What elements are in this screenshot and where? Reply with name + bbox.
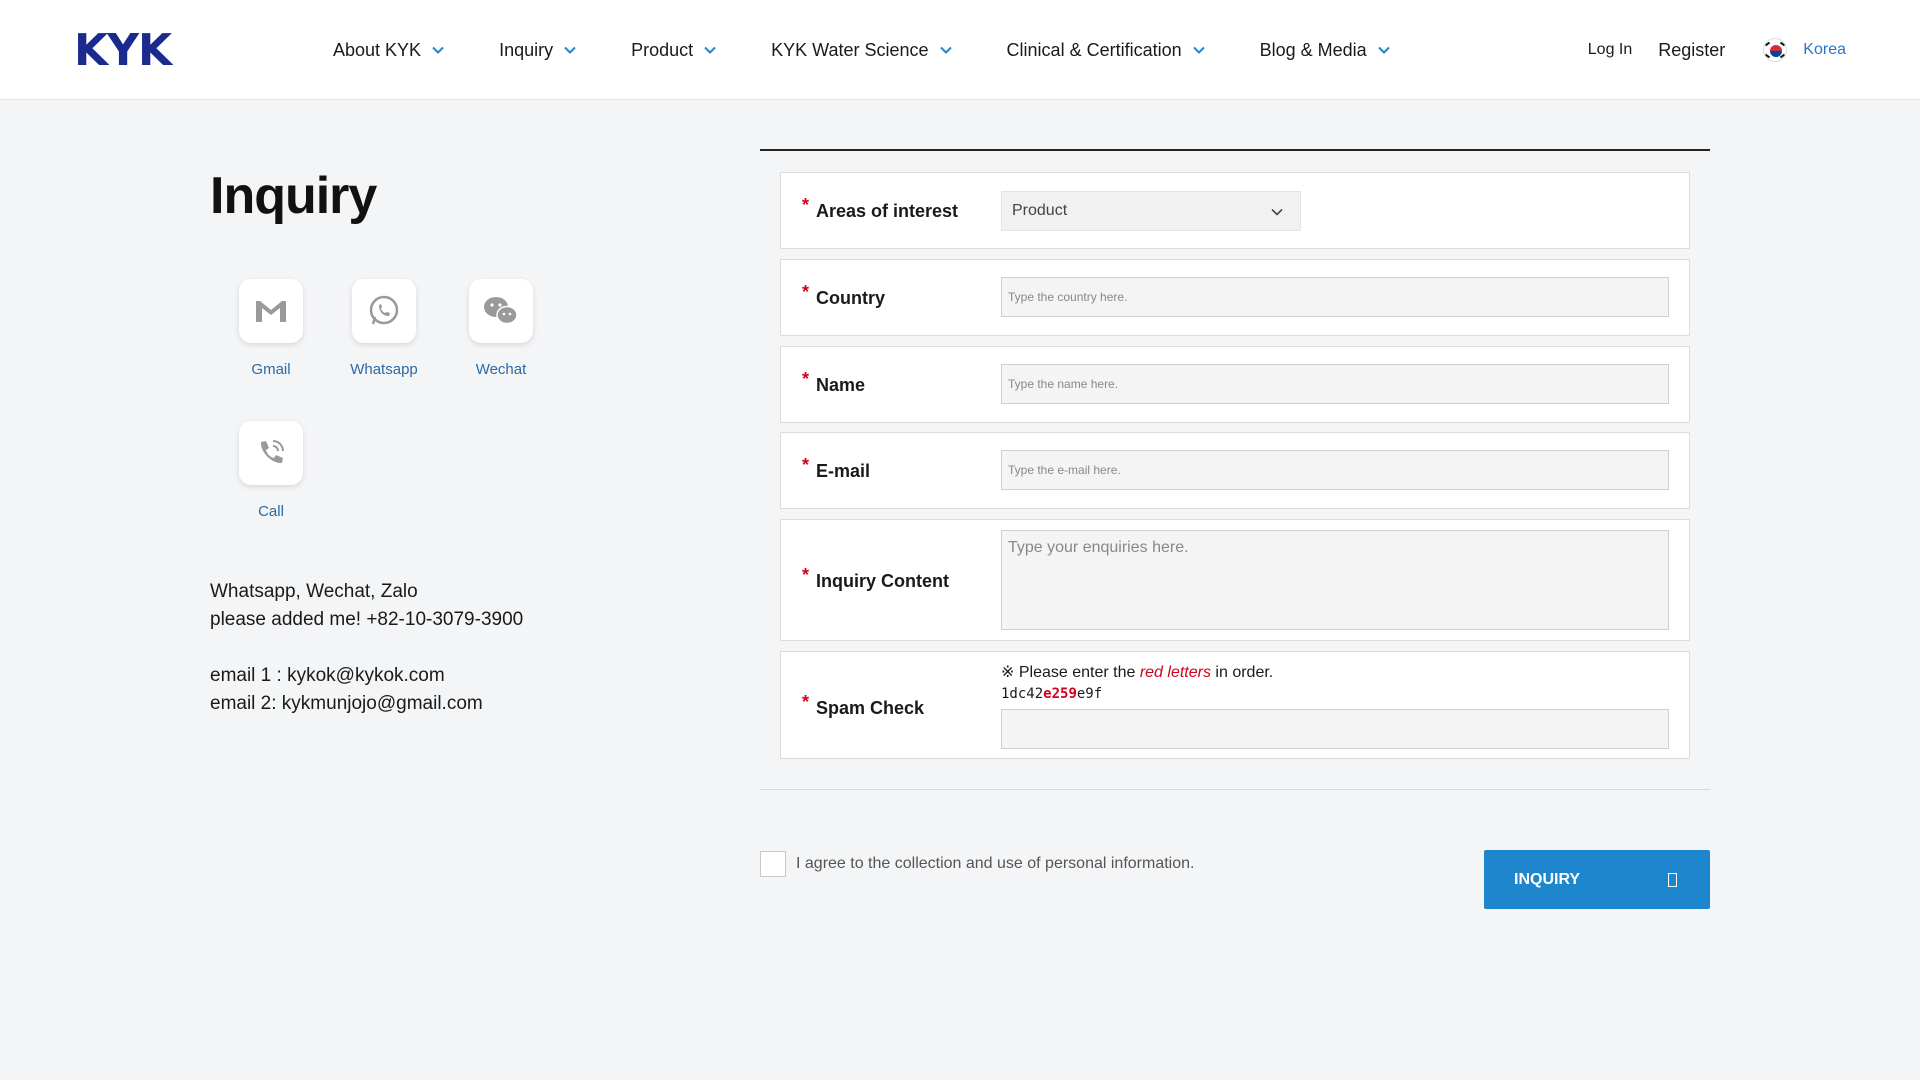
wechat-button[interactable] <box>469 279 533 343</box>
required-mark: * <box>802 369 810 389</box>
spam-note-suffix: in order. <box>1210 664 1274 681</box>
spam-code-suffix: e9f <box>1076 686 1103 702</box>
form-top-divider <box>760 149 1710 151</box>
language-selector[interactable]: Korea <box>1803 41 1846 59</box>
spam-note-prefix: ※ Please enter the <box>1001 664 1140 681</box>
spam-code-prefix: 1dc42 <box>1001 686 1044 702</box>
required-mark: * <box>802 455 810 475</box>
contact-label: Call <box>258 503 284 520</box>
call-button[interactable] <box>239 421 303 485</box>
row-name: * Name <box>780 346 1690 423</box>
nav-item-product[interactable]: Product <box>631 37 717 63</box>
privacy-agreement-text: I agree to the collection and use of per… <box>796 855 1195 872</box>
main-nav: About KYK Inquiry Product KYK Water Scie… <box>333 37 1391 63</box>
field-label: Name <box>816 375 866 395</box>
row-areas-of-interest: * Areas of interest Product <box>780 172 1690 249</box>
row-inquiry-content: * Inquiry Content <box>780 519 1690 641</box>
contact-gmail[interactable]: Gmail <box>239 279 303 378</box>
header-actions: Log In Register Korea <box>1588 38 1846 62</box>
contact-info: Whatsapp, Wechat, Zalo please added me! … <box>210 578 523 718</box>
gmail-icon <box>256 301 286 322</box>
nav-item-blog[interactable]: Blog & Media <box>1260 37 1391 63</box>
name-input[interactable] <box>1001 364 1669 404</box>
contact-label: Gmail <box>251 361 291 378</box>
required-mark: * <box>802 282 810 302</box>
chevron-down-icon <box>1271 208 1283 216</box>
nav-item-label: Blog & Media <box>1259 39 1367 60</box>
required-mark: * <box>802 565 810 585</box>
kyk-logo[interactable]: KYK <box>74 26 172 76</box>
nav-item-about[interactable]: About KYK <box>333 37 445 63</box>
contact-label: Whatsapp <box>350 361 418 378</box>
chevron-down-icon <box>704 46 716 54</box>
nav-item-inquiry[interactable]: Inquiry <box>499 37 577 63</box>
privacy-checkbox[interactable] <box>760 851 786 877</box>
korea-flag-icon[interactable] <box>1763 38 1788 62</box>
field-label: Inquiry Content <box>816 571 949 591</box>
spam-code: 1dc42e259e9f <box>1001 686 1102 702</box>
nav-item-label: Clinical & Certification <box>1006 39 1182 60</box>
wechat-icon <box>484 297 518 325</box>
row-country: * Country <box>780 259 1690 336</box>
info-line: Whatsapp, Wechat, Zalo <box>210 581 418 602</box>
spam-check-input[interactable] <box>1001 709 1669 749</box>
chevron-down-icon <box>432 46 444 54</box>
field-label: E-mail <box>816 461 871 481</box>
site-header: KYK About KYK Inquiry Product KYK Water … <box>0 0 1920 100</box>
inquiry-submit-button[interactable]: INQUIRY <box>1484 850 1710 909</box>
spam-code-red: e259 <box>1043 686 1077 702</box>
contact-label: Wechat <box>475 361 527 378</box>
contact-call[interactable]: Call <box>239 421 303 520</box>
required-mark: * <box>802 195 810 215</box>
nav-item-label: About KYK <box>333 39 422 60</box>
phone-icon <box>260 440 284 464</box>
spam-note-emphasis: red letters <box>1139 664 1211 681</box>
login-link[interactable]: Log In <box>1588 41 1632 59</box>
chevron-down-icon <box>564 46 576 54</box>
required-mark: * <box>802 692 810 712</box>
row-email: * E-mail <box>780 432 1690 509</box>
country-input[interactable] <box>1001 277 1669 317</box>
info-line: please added me! +82-10-3079-3900 <box>210 609 524 630</box>
nav-item-label: KYK Water Science <box>771 39 929 60</box>
register-link[interactable]: Register <box>1658 40 1725 61</box>
nav-item-clinical[interactable]: Clinical & Certification <box>1007 37 1206 63</box>
form-bottom-divider <box>760 789 1710 790</box>
spam-instruction: ※ Please enter the red letters in order. <box>1001 662 1273 682</box>
row-spam-check: * Spam Check ※ Please enter the red lett… <box>780 651 1690 759</box>
contact-wechat[interactable]: Wechat <box>469 279 533 378</box>
info-line: email 2: kykmunjojo@gmail.com <box>210 693 483 714</box>
whatsapp-button[interactable] <box>352 279 416 343</box>
info-line: email 1 : kykok@kykok.com <box>210 665 445 686</box>
chevron-down-icon <box>1192 46 1205 54</box>
nav-item-water-science[interactable]: KYK Water Science <box>771 37 952 63</box>
whatsapp-icon <box>369 295 399 325</box>
submit-label: INQUIRY <box>1514 870 1581 888</box>
areas-of-interest-select[interactable]: Product <box>1001 191 1301 231</box>
gmail-button[interactable] <box>239 279 303 343</box>
field-label: Spam Check <box>816 698 925 718</box>
chevron-down-icon <box>939 46 952 54</box>
email-input[interactable] <box>1001 450 1669 490</box>
field-label: Country <box>816 288 885 308</box>
select-value: Product <box>1012 202 1068 219</box>
chevron-down-icon <box>1377 46 1390 54</box>
contact-whatsapp[interactable]: Whatsapp <box>350 279 418 378</box>
page-title: Inquiry <box>210 167 377 225</box>
nav-item-label: Inquiry <box>499 39 554 60</box>
privacy-agreement: I agree to the collection and use of per… <box>760 851 1194 877</box>
field-label: Areas of interest <box>816 201 959 221</box>
inquiry-content-textarea[interactable] <box>1001 530 1669 630</box>
square-icon <box>1668 873 1677 887</box>
nav-item-label: Product <box>631 39 694 60</box>
